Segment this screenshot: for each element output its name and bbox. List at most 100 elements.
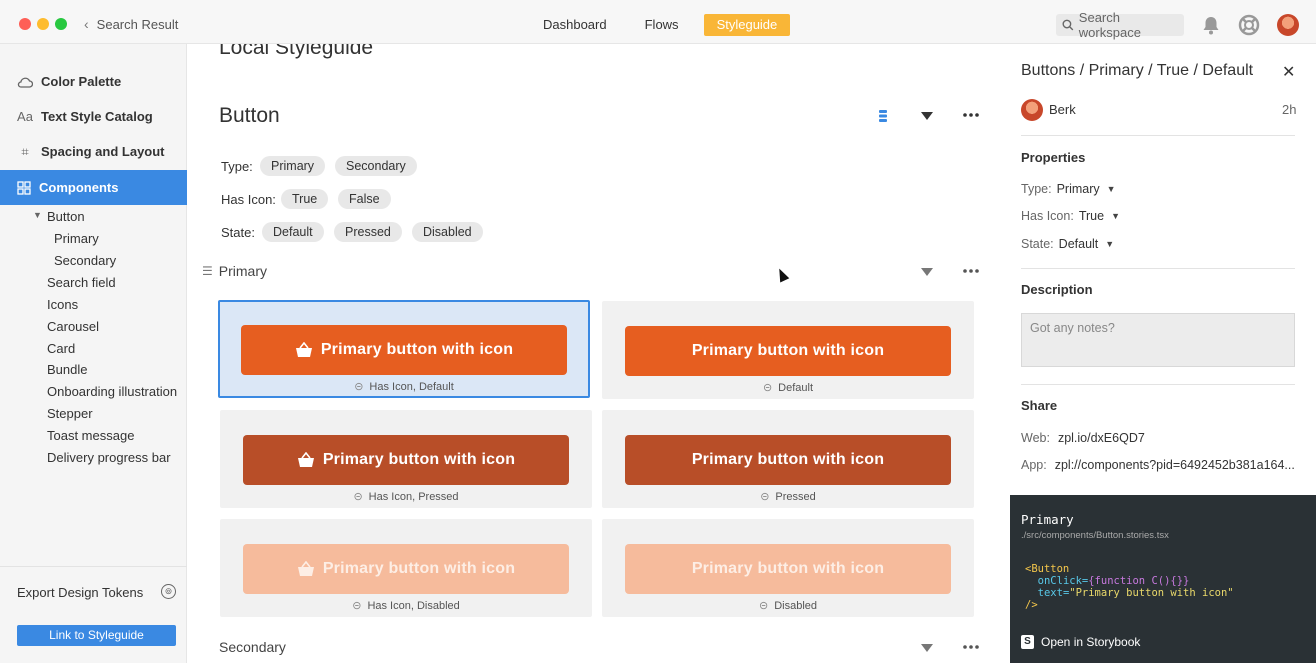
tree-item-onboarding-illustration[interactable]: Onboarding illustration bbox=[47, 384, 177, 399]
tree-item-button[interactable]: Button bbox=[47, 209, 85, 224]
zoom-window-button[interactable] bbox=[55, 18, 67, 30]
card-caption: ⊝ Has Icon, Pressed bbox=[220, 490, 592, 503]
more-options-icon[interactable] bbox=[963, 269, 979, 273]
tree-expand-triangle-icon[interactable]: ▼ bbox=[33, 210, 42, 220]
filter-state-label: State: bbox=[221, 225, 255, 240]
details-panel: Buttons / Primary / True / Default ✕ Ber… bbox=[1010, 44, 1316, 663]
notes-textarea[interactable]: Got any notes? bbox=[1021, 313, 1295, 367]
tree-item-carousel[interactable]: Carousel bbox=[47, 319, 99, 334]
tree-item-secondary[interactable]: Secondary bbox=[54, 253, 116, 268]
divider bbox=[1021, 384, 1295, 385]
tree-item-icons[interactable]: Icons bbox=[47, 297, 78, 312]
chip-state-disabled[interactable]: Disabled bbox=[412, 222, 483, 242]
tree-item-delivery-progress-bar[interactable]: Delivery progress bar bbox=[47, 450, 171, 465]
storybook-stack-icon[interactable] bbox=[877, 108, 889, 124]
minimize-window-button[interactable] bbox=[37, 18, 49, 30]
sidebar-item-color-palette[interactable]: Color Palette bbox=[0, 64, 187, 99]
bell-icon[interactable] bbox=[1200, 14, 1222, 36]
chip-has-icon-true[interactable]: True bbox=[281, 189, 329, 209]
card-caption: ⊝ Default bbox=[602, 381, 974, 394]
primary-button-preview[interactable]: Primary button with icon bbox=[625, 326, 951, 376]
property-value: Primary bbox=[1056, 182, 1100, 196]
export-design-tokens[interactable]: Export Design Tokens bbox=[17, 585, 143, 600]
caption-text: Has Icon, Disabled bbox=[367, 600, 460, 612]
help-lifebuoy-icon[interactable] bbox=[1238, 14, 1260, 36]
search-input[interactable]: Search workspace bbox=[1056, 10, 1184, 40]
close-window-button[interactable] bbox=[19, 18, 31, 30]
code-token: onClick= bbox=[1037, 575, 1089, 587]
caret-down-icon[interactable] bbox=[921, 268, 933, 276]
property-has-icon[interactable]: Has Icon: True ▼ bbox=[1021, 209, 1120, 223]
filter-has-icon-label: Has Icon: bbox=[221, 192, 276, 207]
tree-item-card[interactable]: Card bbox=[47, 341, 75, 356]
share-value[interactable]: zpl://components?pid=6492452b381a164... bbox=[1055, 458, 1295, 472]
tree-item-search-field[interactable]: Search field bbox=[47, 275, 116, 290]
basket-icon bbox=[297, 452, 314, 467]
component-card[interactable]: Primary button with icon ⊝ Pressed bbox=[602, 410, 974, 508]
sidebar-divider bbox=[0, 566, 187, 567]
chip-state-default[interactable]: Default bbox=[262, 222, 324, 242]
author-name: Berk bbox=[1049, 102, 1076, 117]
code-token: /> bbox=[1025, 599, 1038, 611]
nav-styleguide[interactable]: Styleguide bbox=[703, 14, 791, 36]
share-value[interactable]: zpl.io/dxE6QD7 bbox=[1058, 431, 1145, 445]
link-icon: ⊝ bbox=[353, 491, 363, 503]
primary-button-preview[interactable]: Primary button with icon bbox=[625, 435, 951, 485]
sidebar-item-spacing-and-layout[interactable]: ⌗ Spacing and Layout bbox=[0, 134, 187, 169]
chip-type-secondary[interactable]: Secondary bbox=[335, 156, 417, 176]
tree-item-bundle[interactable]: Bundle bbox=[47, 362, 87, 377]
share-web[interactable]: Web: zpl.io/dxE6QD7 bbox=[1021, 431, 1145, 445]
close-icon[interactable]: ✕ bbox=[1282, 62, 1295, 82]
component-card[interactable]: Primary button with icon ⊝ Has Icon, Pres… bbox=[220, 410, 592, 508]
caret-down-icon[interactable] bbox=[921, 644, 933, 652]
primary-button-preview[interactable]: Primary button with icon bbox=[241, 325, 567, 375]
primary-button-preview[interactable]: Primary button with icon bbox=[243, 435, 569, 485]
component-card[interactable]: Primary button with icon ⊝ Disabled bbox=[602, 519, 974, 617]
primary-button-preview[interactable]: Primary button with icon bbox=[625, 544, 951, 594]
button-label: Primary button with icon bbox=[320, 341, 514, 358]
link-icon: ⊝ bbox=[354, 381, 364, 393]
property-label: Has Icon: bbox=[1021, 209, 1074, 223]
button-label: Primary button with icon bbox=[322, 451, 516, 468]
top-nav: Dashboard Flows Styleguide bbox=[530, 14, 791, 36]
tree-item-stepper[interactable]: Stepper bbox=[47, 406, 93, 421]
chip-type-primary[interactable]: Primary bbox=[260, 156, 326, 176]
tree-item-primary[interactable]: Primary bbox=[54, 231, 99, 246]
chip-state-pressed[interactable]: Pressed bbox=[334, 222, 402, 242]
chip-has-icon-false[interactable]: False bbox=[338, 189, 391, 209]
share-app[interactable]: App: zpl://components?pid=6492452b381a16… bbox=[1021, 458, 1295, 472]
caret-down-icon[interactable] bbox=[921, 112, 933, 120]
open-in-storybook-link[interactable]: S Open in Storybook bbox=[1021, 635, 1140, 649]
property-type[interactable]: Type: Primary ▼ bbox=[1021, 182, 1116, 196]
group-header-secondary[interactable]: Secondary bbox=[219, 639, 286, 655]
sidebar-item-label: Components bbox=[39, 180, 119, 195]
code-path: ./src/components/Button.stories.tsx bbox=[1021, 530, 1169, 541]
property-state[interactable]: State: Default ▼ bbox=[1021, 237, 1114, 251]
user-avatar[interactable] bbox=[1277, 14, 1299, 36]
nav-dashboard[interactable]: Dashboard bbox=[530, 14, 620, 36]
sidebar-item-text-style-catalog[interactable]: Aa Text Style Catalog bbox=[0, 99, 187, 134]
caption-text: Default bbox=[778, 382, 814, 394]
more-options-icon[interactable] bbox=[963, 113, 979, 117]
component-card[interactable]: Primary button with icon ⊝ Default bbox=[602, 301, 974, 399]
description-heading: Description bbox=[1021, 282, 1093, 297]
nav-flows[interactable]: Flows bbox=[632, 14, 692, 36]
chevron-left-icon: ‹ bbox=[84, 16, 89, 32]
component-card[interactable]: Primary button with icon ⊝ Has Icon, Disa… bbox=[220, 519, 592, 617]
card-caption: ⊝ Has Icon, Default bbox=[218, 380, 590, 393]
basket-icon bbox=[295, 342, 312, 357]
group-header-primary[interactable]: ☰ Primary bbox=[202, 263, 267, 279]
export-info-icon[interactable]: ⊚ bbox=[161, 584, 176, 599]
sidebar-item-label: Spacing and Layout bbox=[41, 144, 165, 159]
drag-handle-icon[interactable]: ☰ bbox=[202, 264, 213, 278]
caption-text: Pressed bbox=[775, 491, 816, 503]
button-label: Primary button with icon bbox=[691, 560, 885, 577]
component-card[interactable]: Primary button with icon ⊝ Has Icon, Defa… bbox=[218, 300, 590, 398]
sidebar-item-components[interactable]: Components bbox=[0, 170, 187, 205]
tree-item-toast-message[interactable]: Toast message bbox=[47, 428, 134, 443]
primary-button-preview[interactable]: Primary button with icon bbox=[243, 544, 569, 594]
link-to-styleguide-button[interactable]: Link to Styleguide bbox=[17, 625, 176, 646]
components-icon bbox=[17, 180, 31, 195]
more-options-icon[interactable] bbox=[963, 645, 979, 649]
back-link[interactable]: ‹ Search Result bbox=[84, 16, 178, 32]
